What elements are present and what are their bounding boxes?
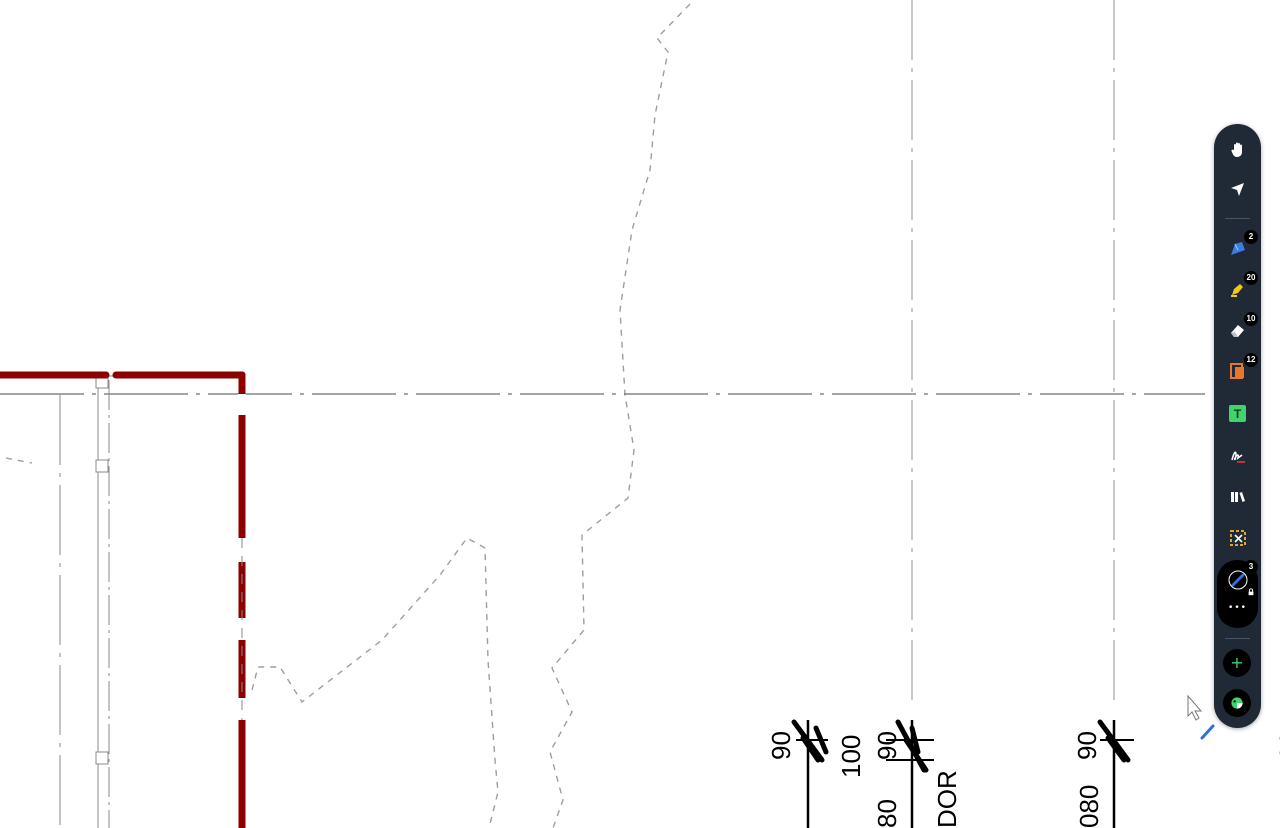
hand-icon (1230, 142, 1242, 157)
wall-marker-1 (95, 377, 109, 389)
eraser-tool-badge: 10 (1244, 312, 1258, 326)
drawing-canvas[interactable]: 90 100 90 80 DOR 90 080 90 (0, 0, 1280, 828)
text-icon-glyph: T (1233, 406, 1242, 421)
markup-boundary[interactable] (0, 371, 246, 828)
more-icon: ••• (1228, 603, 1247, 613)
stamp-tool-badge: 12 (1244, 353, 1258, 367)
add-tool-button[interactable]: + (1223, 649, 1251, 677)
dimension-label-6: 90 (1072, 731, 1102, 760)
dimension-label-1: 90 (766, 731, 796, 760)
hand-tool-button[interactable] (1222, 134, 1253, 165)
select-tool-button[interactable] (1222, 174, 1253, 205)
contour-line-inner (251, 537, 499, 828)
wall-marker-2 (95, 459, 109, 473)
dimension-label-3: 90 (872, 731, 902, 760)
text-tool-button[interactable]: T (1222, 398, 1253, 429)
toolbar-divider-2 (1225, 638, 1250, 639)
wall-marker-3 (95, 751, 109, 765)
measure-icon (1229, 529, 1246, 546)
stamp-tool-button[interactable]: 12 (1222, 353, 1258, 386)
measure-tool-button[interactable] (1222, 522, 1253, 553)
more-options-button[interactable]: ••• (1222, 596, 1253, 620)
plus-icon: + (1230, 653, 1244, 672)
contour-line (549, 3, 691, 828)
dimension-label-4: 80 (872, 799, 902, 828)
color-palette-icon (1231, 697, 1243, 709)
dimension-label-5: DOR (932, 770, 962, 828)
eraser-tool-button[interactable]: 10 (1222, 312, 1258, 345)
signature-tool-button[interactable] (1222, 440, 1253, 471)
markup-toolbar: 2 20 10 12 T 3 ••• + (1214, 124, 1261, 728)
toolbar-divider-1 (1225, 218, 1250, 219)
library-tool-button[interactable] (1222, 481, 1253, 512)
line-tool-button[interactable]: 3 (1222, 560, 1258, 598)
dimension-label-8: 90 (1274, 731, 1280, 760)
pen-tool-badge: 2 (1244, 230, 1258, 244)
pen-tool-button[interactable]: 2 (1222, 230, 1258, 263)
signature-icon (1230, 450, 1245, 463)
contour-stub (5, 457, 33, 464)
mouse-cursor-icon (1187, 694, 1203, 721)
line-tool-badge: 3 (1244, 560, 1258, 574)
highlighter-tool-badge: 20 (1244, 271, 1258, 285)
library-icon (1230, 491, 1245, 502)
line-cursor-icon (1200, 724, 1215, 740)
arrow-pointer-icon (1230, 182, 1244, 196)
dimension-label-7: 080 (1074, 785, 1104, 828)
highlighter-tool-button[interactable]: 20 (1222, 271, 1258, 304)
dimension-label-2: 100 (836, 735, 866, 778)
color-picker-button[interactable] (1223, 689, 1251, 717)
text-icon: T (1229, 405, 1246, 422)
